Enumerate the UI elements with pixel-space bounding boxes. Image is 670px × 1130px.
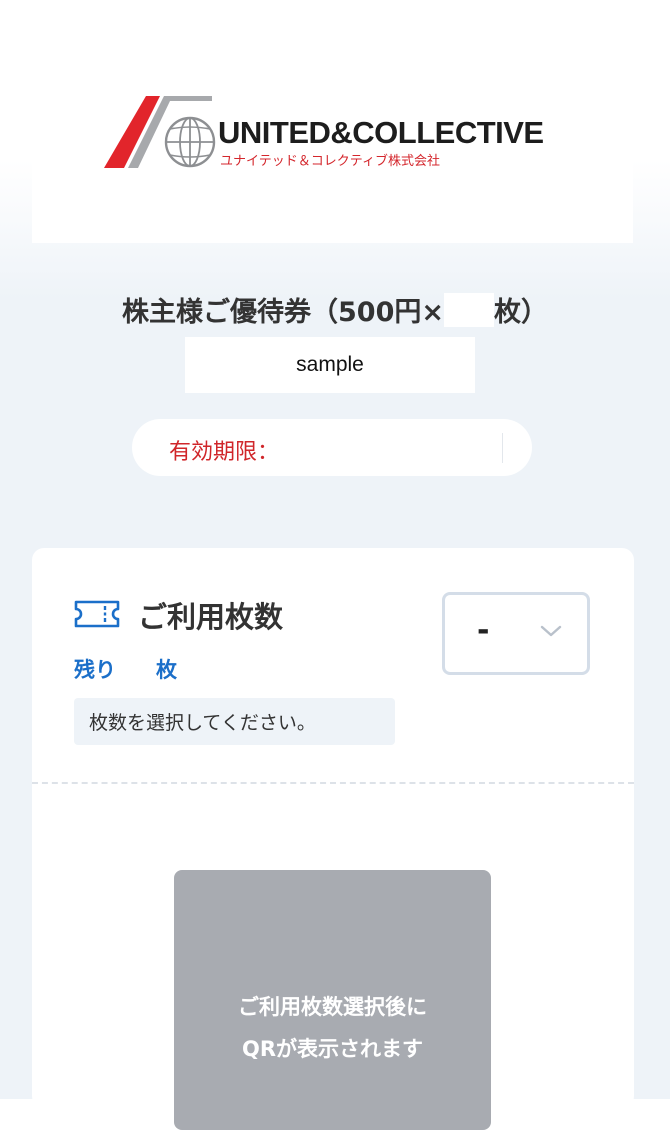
ticket-title-prefix: 株主様ご優待券（500円× bbox=[122, 297, 444, 328]
expiry-label: 有効期限： bbox=[169, 440, 280, 465]
usage-card: ご利用枚数 残り 枚 枚数を選択してください。 - ご利用枚数選択後に QRが表… bbox=[32, 548, 634, 1130]
ticket-title: 株主様ご優待券（500円× 枚） bbox=[0, 290, 670, 329]
ticket-title-suffix: 枚） bbox=[493, 297, 548, 328]
quantity-select[interactable]: - bbox=[442, 592, 590, 675]
chevron-down-icon bbox=[540, 625, 562, 637]
holder-name: sample bbox=[296, 353, 364, 376]
dashed-divider bbox=[32, 782, 634, 784]
ticket-icon bbox=[74, 600, 120, 628]
holder-name-box: sample bbox=[185, 337, 475, 393]
qr-text-line1: ご利用枚数選択後に bbox=[238, 995, 427, 1019]
qr-placeholder-text: ご利用枚数選択後に QRが表示されます bbox=[174, 986, 491, 1070]
brand-name: UNITED&COLLECTIVE bbox=[218, 115, 544, 150]
expiry-pill: 有効期限： bbox=[132, 419, 532, 476]
qr-text-line2: QRが表示されます bbox=[241, 1037, 424, 1061]
usage-title: ご利用枚数 bbox=[138, 600, 284, 634]
select-hint: 枚数を選択してください。 bbox=[74, 698, 395, 745]
company-logo: UNITED&COLLECTIVE ユナイテッド＆コレクティブ株式会社 bbox=[104, 95, 574, 171]
remaining-label: 残り bbox=[74, 658, 116, 682]
quantity-value: - bbox=[477, 613, 490, 648]
brand-name-kana: ユナイテッド＆コレクティブ株式会社 bbox=[220, 154, 440, 169]
logo-mark-icon bbox=[104, 96, 216, 168]
redacted-count bbox=[443, 293, 494, 327]
qr-placeholder: ご利用枚数選択後に QRが表示されます bbox=[174, 870, 491, 1130]
expiry-divider bbox=[502, 433, 503, 463]
remaining-unit: 枚 bbox=[156, 658, 177, 682]
select-hint-text: 枚数を選択してください。 bbox=[89, 712, 316, 734]
